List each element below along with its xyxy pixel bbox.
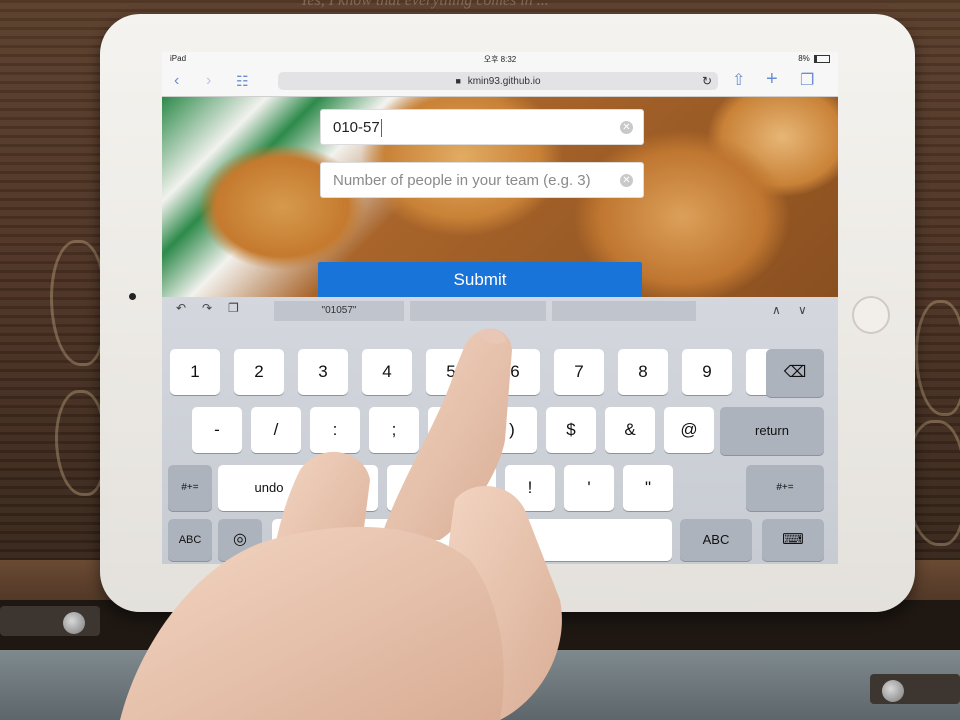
paste-icon[interactable]: ❐ [228, 301, 239, 315]
abc-key-left[interactable]: ABC [168, 519, 212, 561]
clear-icon[interactable]: ✕ [620, 174, 633, 187]
punctuation-key-5[interactable]: ' [564, 465, 614, 511]
punctuation-key-1[interactable]: . [328, 465, 378, 511]
plus-icon[interactable]: + [766, 69, 778, 89]
number-key-1[interactable]: 1 [170, 349, 220, 395]
number-key-8[interactable]: 8 [618, 349, 668, 395]
symbol-key-9[interactable]: @ [664, 407, 714, 453]
return-key[interactable]: return [720, 407, 824, 455]
suggestion-2[interactable] [410, 301, 546, 321]
team-size-input[interactable]: Number of people in your team (e.g. 3) ✕ [320, 162, 644, 198]
suggestion-bar: ↶ ↷ ❐ "01057" ∧ ∨ [162, 297, 838, 323]
backspace-icon: ⌫ [783, 364, 807, 381]
phone-input-value: 010-57 [333, 119, 380, 136]
number-key-5[interactable]: 5 [426, 349, 476, 395]
number-key-6[interactable]: 6 [490, 349, 540, 395]
status-bar: iPad 오후 8:32 8% [162, 52, 838, 66]
right-ornament [915, 300, 960, 416]
lock-icon: ■ [455, 76, 461, 86]
home-button[interactable] [852, 296, 890, 334]
punctuation-key-3[interactable]: ? [446, 465, 496, 511]
share-icon[interactable]: ⇧ [732, 71, 745, 91]
background-caption: Yes, I know that everything comes in ... [300, 0, 549, 9]
symbol-key-8[interactable]: & [605, 407, 655, 453]
camera [129, 293, 136, 300]
reload-icon[interactable]: ↻ [702, 72, 712, 90]
number-key-2[interactable]: 2 [234, 349, 284, 395]
ipad-screen: iPad 오후 8:32 8% ‹ › ☷ ■ kmin93.github.io… [162, 52, 838, 564]
phone-input[interactable]: 010-57 ✕ [320, 109, 644, 145]
symbol-key-1[interactable]: - [192, 407, 242, 453]
left-ornament-lower [55, 390, 106, 496]
symbol-key-3[interactable]: : [310, 407, 360, 453]
address-bar[interactable]: ■ kmin93.github.io ↻ [278, 72, 718, 90]
screw-right [882, 680, 904, 702]
number-key-3[interactable]: 3 [298, 349, 348, 395]
suggestion-3[interactable] [552, 301, 696, 321]
globe-icon: ◎ [233, 531, 247, 548]
battery-percent: 8% [798, 54, 810, 63]
hinge-left [0, 606, 100, 636]
globe-key[interactable]: ◎ [218, 519, 262, 561]
screw-left [63, 612, 85, 634]
clear-icon[interactable]: ✕ [620, 121, 633, 134]
chevron-right-icon[interactable]: › [206, 71, 211, 91]
floor [0, 650, 960, 720]
battery-status: 8% [798, 54, 830, 63]
symbol-key-2[interactable]: / [251, 407, 301, 453]
symbol-key-6[interactable]: ) [487, 407, 537, 453]
number-key-7[interactable]: 7 [554, 349, 604, 395]
punctuation-key-6[interactable]: " [623, 465, 673, 511]
undo-key[interactable]: undo [218, 465, 320, 511]
undo-icon[interactable]: ↶ [176, 301, 186, 315]
symbols-key-left[interactable]: #+= [168, 465, 212, 511]
on-screen-keyboard: ↶ ↷ ❐ "01057" ∧ ∨ 1234567890 -/:;()$&@ .… [162, 297, 838, 564]
web-page: 010-57 ✕ Number of people in your team (… [162, 97, 838, 297]
abc-key-right[interactable]: ABC [680, 519, 752, 561]
chevron-down-icon[interactable]: ∨ [798, 303, 807, 317]
ipad-device: iPad 오후 8:32 8% ‹ › ☷ ■ kmin93.github.io… [100, 14, 915, 612]
keyboard-hide-icon: ⌨ [782, 531, 804, 548]
suggestion-1[interactable]: "01057" [274, 301, 404, 321]
punctuation-key-4[interactable]: ! [505, 465, 555, 511]
tabs-icon[interactable]: ❐ [800, 71, 814, 91]
team-size-placeholder: Number of people in your team (e.g. 3) [333, 172, 591, 189]
submit-button[interactable]: Submit [318, 262, 642, 297]
chevron-left-icon[interactable]: ‹ [174, 71, 179, 91]
symbol-key-4[interactable]: ; [369, 407, 419, 453]
url-text: kmin93.github.io [467, 76, 541, 87]
chevron-up-icon[interactable]: ∧ [772, 303, 781, 317]
status-time: 오후 8:32 [483, 55, 517, 64]
symbol-key-7[interactable]: $ [546, 407, 596, 453]
punctuation-key-2[interactable]: , [387, 465, 437, 511]
redo-icon[interactable]: ↷ [202, 301, 212, 315]
safari-toolbar: ‹ › ☷ ■ kmin93.github.io ↻ ⇧ + ❐ [162, 66, 838, 97]
text-caret [380, 119, 382, 138]
symbol-key-5[interactable]: ( [428, 407, 478, 453]
space-key[interactable] [272, 519, 672, 561]
symbols-key-right[interactable]: #+= [746, 465, 824, 511]
number-key-9[interactable]: 9 [682, 349, 732, 395]
number-key-4[interactable]: 4 [362, 349, 412, 395]
book-icon[interactable]: ☷ [236, 71, 249, 91]
delete-key[interactable]: ⌫ [766, 349, 824, 397]
battery-icon [814, 54, 830, 63]
left-ornament [50, 240, 106, 366]
hide-keyboard-key[interactable]: ⌨ [762, 519, 824, 561]
